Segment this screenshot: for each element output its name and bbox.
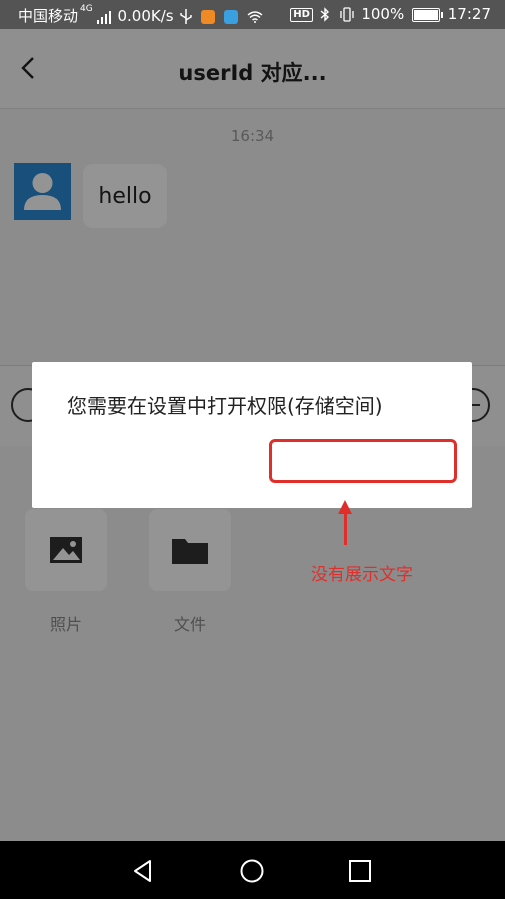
network-badge: 4G bbox=[80, 4, 93, 14]
usb-icon bbox=[180, 9, 193, 24]
bluetooth-icon bbox=[320, 7, 329, 22]
clock: 17:27 bbox=[447, 5, 491, 23]
battery-icon bbox=[411, 7, 443, 22]
app-notification-icon bbox=[201, 9, 216, 24]
battery-percent: 100% bbox=[361, 5, 405, 23]
signal-icon: 4G bbox=[80, 5, 93, 14]
permission-dialog: 您需要在设置中打开权限(存储空间) bbox=[32, 362, 472, 508]
network-speed: 0.00K/s bbox=[117, 7, 174, 25]
signal-bars-icon bbox=[96, 10, 111, 24]
annotation-arrow-line bbox=[344, 512, 347, 545]
hd-badge: HD bbox=[290, 7, 313, 22]
back-triangle-icon[interactable] bbox=[130, 858, 156, 884]
recents-square-icon[interactable] bbox=[347, 858, 373, 884]
vibrate-icon bbox=[339, 7, 354, 22]
annotation-text: 没有展示文字 bbox=[311, 565, 413, 585]
app-notification-icon bbox=[223, 9, 238, 24]
dialog-message: 您需要在设置中打开权限(存储空间) bbox=[67, 394, 383, 418]
system-nav-bar bbox=[0, 841, 505, 899]
status-bar: 中国移动 4G 0.00K/s HD 100% 17:27 bbox=[0, 0, 505, 29]
wifi-icon bbox=[247, 10, 263, 23]
carrier-label: 中国移动 bbox=[18, 7, 79, 25]
home-circle-icon[interactable] bbox=[239, 858, 265, 884]
annotation-highlight-box bbox=[269, 439, 457, 483]
